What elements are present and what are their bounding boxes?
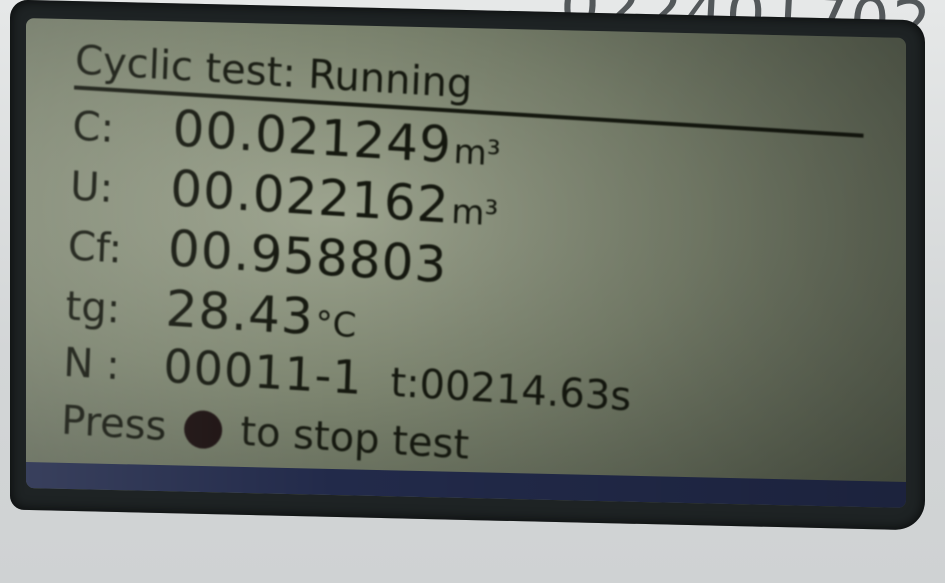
reading-unit: °C xyxy=(314,303,358,346)
reading-unit: m³ xyxy=(452,131,502,175)
reading-label: tg: xyxy=(64,283,122,333)
stop-button-icon xyxy=(183,409,224,450)
reading-label: N : xyxy=(62,340,121,390)
reading-value: 28.43 xyxy=(164,279,315,347)
reading-label: U: xyxy=(69,163,114,212)
hint-text-after: to stop test xyxy=(239,408,470,469)
reading-label: Cf: xyxy=(67,223,123,273)
lcd-screen: Cyclic test: Running C: 00.021249 m³ U: … xyxy=(26,18,906,508)
elapsed-time: t:00214.63s xyxy=(389,360,633,421)
lcd-text-area: Cyclic test: Running C: 00.021249 m³ U: … xyxy=(50,37,865,497)
meter-device: 022401702 Cyclic test: Running C: 00.021… xyxy=(0,0,945,583)
reading-label: C: xyxy=(71,103,115,152)
reading-value: 00011-1 xyxy=(162,339,364,406)
hint-text-before: Press xyxy=(60,397,168,451)
reading-unit: m³ xyxy=(450,191,499,235)
